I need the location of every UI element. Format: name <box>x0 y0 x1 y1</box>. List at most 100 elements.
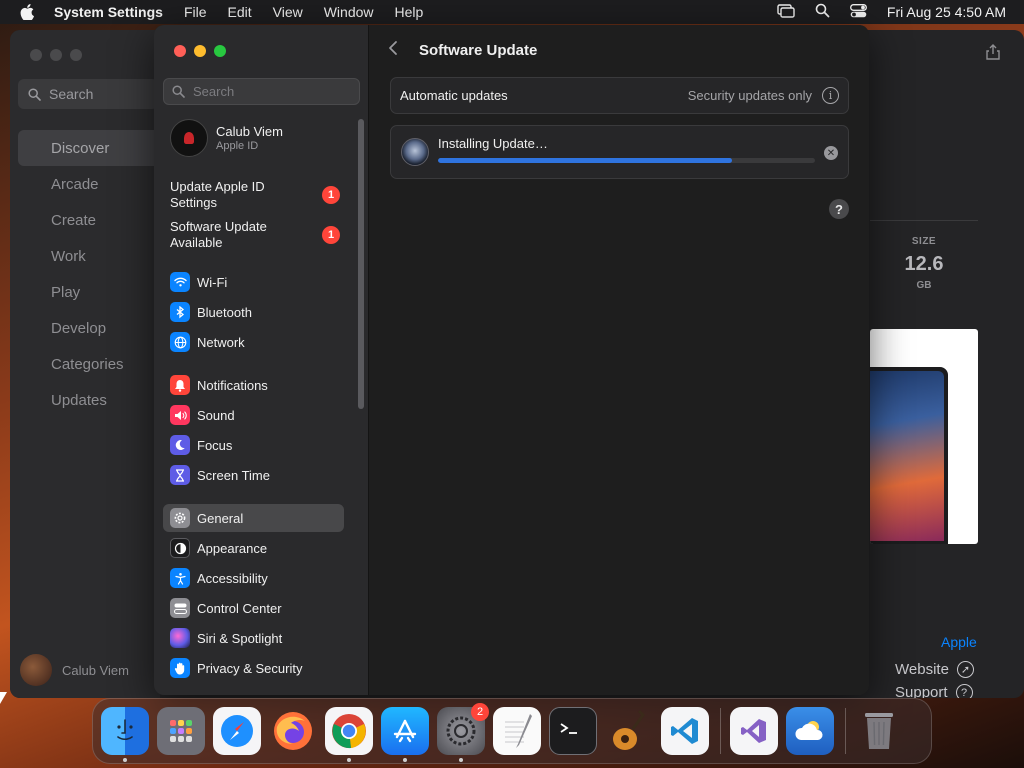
textedit-icon[interactable] <box>493 707 541 755</box>
minimize-button[interactable] <box>194 45 206 57</box>
sidebar-item-label: Focus <box>197 437 233 453</box>
notification-badge: 1 <box>322 226 340 244</box>
size-value: 12.6 <box>904 253 944 275</box>
sidebar-item-siri-spotlight[interactable]: Siri & Spotlight <box>163 624 344 652</box>
launchpad-icon[interactable] <box>157 707 205 755</box>
cancel-update-button[interactable]: ✕ <box>824 146 838 160</box>
app-store-nav-develop[interactable]: Develop <box>18 310 160 346</box>
settings-search-field[interactable] <box>163 78 360 105</box>
help-button[interactable]: ? <box>829 199 849 219</box>
app-store-nav-work[interactable]: Work <box>18 238 160 274</box>
app-menu[interactable]: System Settings <box>54 4 163 20</box>
developer-link[interactable]: Apple <box>941 634 977 650</box>
sidebar-item-label: Screen Time <box>197 467 270 483</box>
app-store-nav-categories[interactable]: Categories <box>18 346 160 382</box>
spotlight-search-icon[interactable] <box>815 3 830 21</box>
app-store-search-field[interactable]: Search <box>18 79 158 109</box>
apple-id-account[interactable]: Calub Viem Apple ID <box>170 119 283 157</box>
software-update-available-item[interactable]: Software Update Available 1 <box>170 219 340 251</box>
sidebar-item-appearance[interactable]: Appearance <box>163 534 344 562</box>
sidebar-item-sound[interactable]: Sound <box>163 401 344 429</box>
search-icon <box>28 87 41 101</box>
hand-icon <box>170 658 190 678</box>
info-icon[interactable]: i <box>822 87 839 104</box>
app-screenshot-preview[interactable] <box>870 329 978 544</box>
support-link[interactable]: Support ? <box>895 684 973 698</box>
app-store-nav-updates[interactable]: Updates <box>18 382 160 418</box>
macos-update-icon <box>401 138 429 166</box>
menu-view[interactable]: View <box>273 4 303 20</box>
sidebar-item-label: Network <box>197 334 245 350</box>
firefox-icon[interactable] <box>269 707 317 755</box>
siri-icon <box>170 628 190 648</box>
sidebar-item-control-center[interactable]: Control Center <box>163 594 344 622</box>
app-store-nav-play[interactable]: Play <box>18 274 160 310</box>
sidebar-item-label: Bluetooth <box>197 304 252 320</box>
sidebar-item-focus[interactable]: Focus <box>163 431 344 459</box>
sidebar-item-wifi[interactable]: Wi-Fi <box>163 268 344 296</box>
bluetooth-icon <box>170 302 190 322</box>
dock-separator <box>720 708 721 754</box>
garageband-icon[interactable] <box>605 707 653 755</box>
app-store-sidebar: Search Discover Arcade Create Work Play … <box>10 30 160 698</box>
app-store-nav-discover[interactable]: Discover <box>18 130 160 166</box>
control-center-icon[interactable] <box>849 3 867 21</box>
trash-icon[interactable] <box>855 707 903 755</box>
sidebar-item-label: Notifications <box>197 377 268 393</box>
app-store-nav-arcade[interactable]: Arcade <box>18 166 160 202</box>
sidebar-item-notifications[interactable]: Notifications <box>163 371 344 399</box>
size-unit: GB <box>916 280 932 291</box>
app-store-icon[interactable] <box>381 707 429 762</box>
sidebar-item-label: Sound <box>197 407 235 423</box>
app-store-account[interactable]: Calub Viem <box>20 654 129 686</box>
vscode-icon[interactable] <box>661 707 709 755</box>
apple-menu-icon[interactable] <box>0 4 54 20</box>
close-button[interactable] <box>174 45 186 57</box>
back-chevron-icon[interactable] <box>388 39 398 62</box>
zoom-button[interactable] <box>214 45 226 57</box>
hourglass-icon <box>170 465 190 485</box>
globe-icon <box>170 332 190 352</box>
update-apple-id-settings-item[interactable]: Update Apple ID Settings 1 <box>170 179 340 211</box>
install-progress-fill <box>438 158 733 163</box>
menu-file[interactable]: File <box>184 4 207 20</box>
wifi-icon <box>170 272 190 292</box>
size-label: SIZE <box>911 236 937 247</box>
alert-label: Software Update Available <box>170 219 267 250</box>
app-store-zoom-button[interactable] <box>70 49 82 61</box>
visual-studio-icon[interactable] <box>730 707 778 755</box>
settings-sidebar: Calub Viem Apple ID Update Apple ID Sett… <box>154 25 369 695</box>
menu-window[interactable]: Window <box>324 4 374 20</box>
dock: 2 <box>92 698 932 764</box>
menu-edit[interactable]: Edit <box>228 4 252 20</box>
safari-icon[interactable] <box>213 707 261 755</box>
menu-bar: System Settings File Edit View Window He… <box>0 0 1024 24</box>
alert-label: Update Apple ID Settings <box>170 179 265 210</box>
sidebar-item-privacy-security[interactable]: Privacy & Security <box>163 654 344 682</box>
finder-icon[interactable] <box>101 707 149 762</box>
sidebar-item-label: Control Center <box>197 600 282 616</box>
share-icon[interactable] <box>986 44 1000 65</box>
sidebar-item-screen-time[interactable]: Screen Time <box>163 461 344 489</box>
sidebar-item-general[interactable]: General <box>163 504 344 532</box>
sidebar-item-bluetooth[interactable]: Bluetooth <box>163 298 344 326</box>
system-settings-icon[interactable]: 2 <box>437 703 489 762</box>
website-link[interactable]: Website ➚ <box>895 661 974 678</box>
sidebar-item-label: Appearance <box>197 540 268 556</box>
sidebar-scrollbar[interactable] <box>358 119 364 409</box>
compass-icon: ➚ <box>956 661 974 678</box>
automatic-updates-value: Security updates only <box>687 88 812 103</box>
terminal-icon[interactable] <box>549 707 597 755</box>
app-store-nav-create[interactable]: Create <box>18 202 160 238</box>
page-title: Software Update <box>419 42 538 59</box>
screen-mirroring-icon[interactable] <box>777 3 795 21</box>
sidebar-item-accessibility[interactable]: Accessibility <box>163 564 344 592</box>
sidebar-item-network[interactable]: Network <box>163 328 344 356</box>
weather-icon[interactable] <box>786 707 834 755</box>
app-store-minimize-button[interactable] <box>50 49 62 61</box>
settings-search-input[interactable] <box>193 84 353 99</box>
menubar-clock[interactable]: Fri Aug 25 4:50 AM <box>887 4 1006 20</box>
app-store-close-button[interactable] <box>30 49 42 61</box>
menu-help[interactable]: Help <box>395 4 424 20</box>
chrome-icon[interactable] <box>325 707 373 762</box>
